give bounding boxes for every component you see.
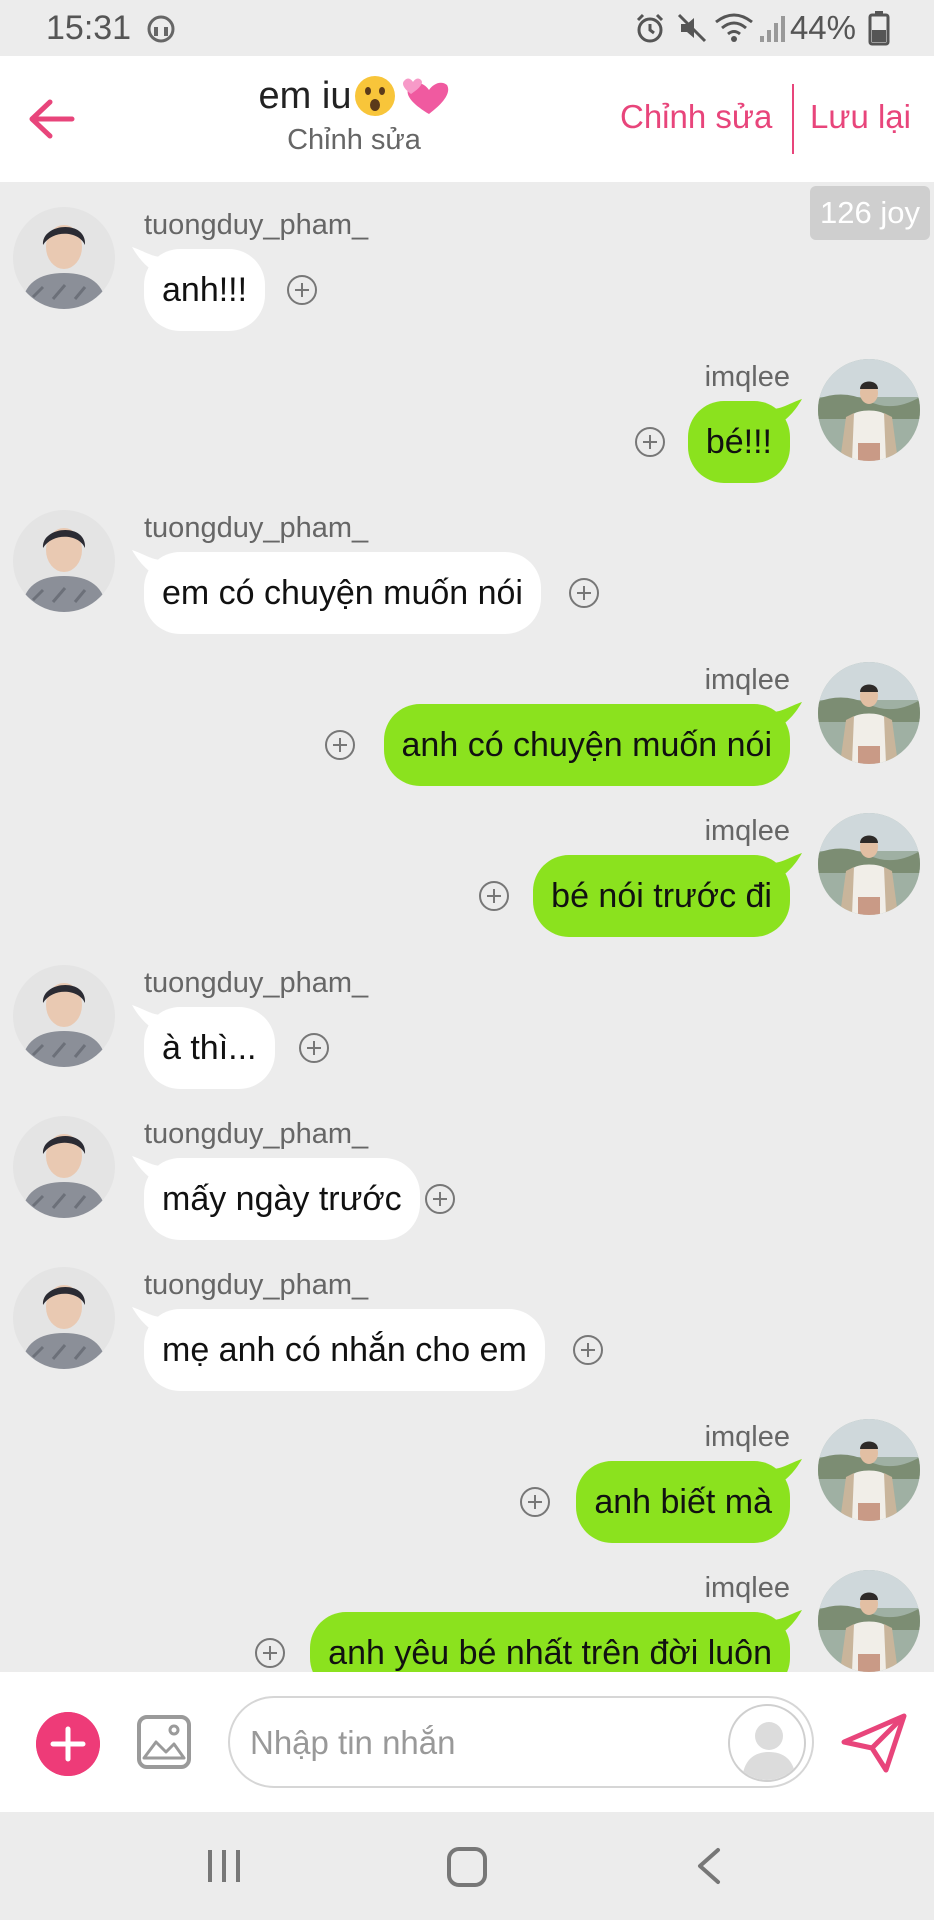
signal-icon <box>760 16 785 42</box>
add-reaction-icon[interactable] <box>478 880 510 912</box>
joy-badge: 126 joy <box>810 186 930 240</box>
sender-name: tuongduy_pham_ <box>144 967 369 999</box>
message-bubble[interactable]: bé!!! <box>687 401 790 483</box>
sender-name: imqlee <box>704 664 790 696</box>
astonished-face-emoji <box>355 76 396 116</box>
add-reaction-icon[interactable] <box>424 1183 456 1215</box>
avatar[interactable] <box>818 1419 920 1521</box>
profile-avatar-button[interactable] <box>728 1704 806 1782</box>
add-attachment-button[interactable] <box>36 1712 100 1776</box>
add-reaction-icon[interactable] <box>634 426 666 458</box>
avatar[interactable] <box>13 1116 115 1218</box>
battery-icon <box>868 11 890 46</box>
sender-name: imqlee <box>704 815 790 847</box>
message-bubble[interactable]: anh biết mà <box>576 1461 790 1543</box>
chat-title-text: em iu <box>258 74 352 117</box>
avatar[interactable] <box>13 965 115 1067</box>
recent-apps-icon[interactable] <box>204 1846 244 1886</box>
status-time: 15:31 <box>46 9 132 47</box>
person-silhouette-icon <box>742 1722 796 1780</box>
sender-name: imqlee <box>704 361 790 393</box>
avatar[interactable] <box>818 662 920 764</box>
avatar[interactable] <box>13 510 115 612</box>
add-reaction-icon[interactable] <box>572 1334 604 1366</box>
message-input-bar <box>0 1672 934 1812</box>
mute-icon <box>677 13 707 43</box>
add-reaction-icon[interactable] <box>298 1032 330 1064</box>
message-bubble[interactable]: à thì... <box>144 1007 275 1089</box>
alarm-icon <box>636 13 664 43</box>
add-reaction-icon[interactable] <box>568 577 600 609</box>
revolving-hearts-emoji <box>403 78 449 114</box>
add-reaction-icon[interactable] <box>519 1486 551 1518</box>
message-input[interactable] <box>250 1716 730 1770</box>
message-input-wrapper <box>228 1696 814 1788</box>
avatar[interactable] <box>13 1267 115 1369</box>
edit-button[interactable]: Chỉnh sửa <box>620 98 772 136</box>
sender-name: imqlee <box>704 1572 790 1604</box>
system-nav-bar <box>0 1812 934 1920</box>
sender-name: tuongduy_pham_ <box>144 209 369 241</box>
chat-messages-area[interactable]: 126 joy tuongduy_pham_ anh!!! imqlee bé!!! t… <box>0 182 934 1672</box>
back-arrow-icon[interactable] <box>26 96 76 142</box>
message-bubble[interactable]: anh có chuyện muốn nói <box>383 704 790 786</box>
battery-percent: 44% <box>789 9 856 46</box>
message-bubble[interactable]: anh!!! <box>144 249 266 331</box>
header-divider <box>792 84 794 154</box>
avatar[interactable] <box>818 1570 920 1672</box>
add-reaction-icon[interactable] <box>286 274 318 306</box>
save-button[interactable]: Lưu lại <box>810 98 911 136</box>
avatar[interactable] <box>818 359 920 461</box>
message-bubble[interactable]: anh yêu bé nhất trên đời luôn <box>310 1612 790 1672</box>
add-reaction-icon[interactable] <box>324 729 356 761</box>
back-nav-icon[interactable] <box>694 1846 724 1886</box>
send-icon[interactable] <box>840 1712 908 1774</box>
message-bubble[interactable]: em có chuyện muốn nói <box>144 552 541 634</box>
headset-icon <box>147 15 175 43</box>
chat-header: em iu Chỉnh sửa Chỉnh sửa Lưu lại <box>0 56 934 182</box>
add-reaction-icon[interactable] <box>254 1637 286 1669</box>
chat-title: em iu <box>259 74 450 118</box>
avatar[interactable] <box>818 813 920 915</box>
sender-name: imqlee <box>704 1421 790 1453</box>
chat-subtitle: Chỉnh sửa <box>287 124 421 156</box>
status-bar: 15:31 44% <box>0 0 934 56</box>
chat-title-block[interactable]: em iu Chỉnh sửa <box>200 74 508 157</box>
sender-name: tuongduy_pham_ <box>144 1269 369 1301</box>
message-bubble[interactable]: bé nói trước đi <box>533 855 790 937</box>
wifi-icon <box>715 13 753 42</box>
sender-name: tuongduy_pham_ <box>144 1118 369 1150</box>
image-icon[interactable] <box>136 1714 192 1770</box>
message-bubble[interactable]: mấy ngày trước <box>144 1158 420 1240</box>
avatar[interactable] <box>13 207 115 309</box>
message-bubble[interactable]: mẹ anh có nhắn cho em <box>144 1309 545 1391</box>
sender-name: tuongduy_pham_ <box>144 512 369 544</box>
home-icon[interactable] <box>446 1846 488 1888</box>
